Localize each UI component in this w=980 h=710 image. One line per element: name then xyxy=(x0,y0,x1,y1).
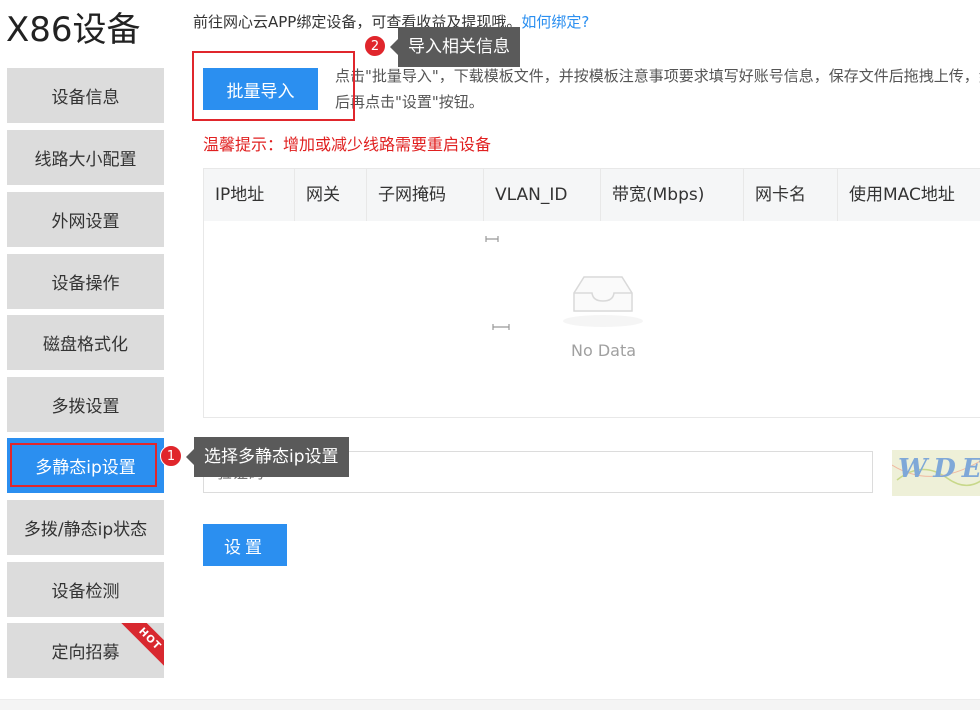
captcha-text: WDE xyxy=(898,454,980,484)
sidebar-item-device-check[interactable]: 设备检测 xyxy=(7,562,164,617)
bind-notice: 前往网心云APP绑定设备，可查看收益及提现哦。如何绑定? xyxy=(193,11,589,32)
resize-handle-icon[interactable] xyxy=(492,323,510,331)
col-subnet-mask: 子网掩码 xyxy=(367,169,484,221)
sidebar-item-label: 设备检测 xyxy=(51,582,120,602)
sidebar-item-label: 外网设置 xyxy=(51,212,120,232)
resize-handle-icon[interactable] xyxy=(485,235,499,243)
page-title: X86设备 xyxy=(6,10,141,50)
sidebar-item-line-config[interactable]: 线路大小配置 xyxy=(7,130,164,185)
import-description: 点击"批量导入"，下载模板文件，并按模板注意事项要求填写好账号信息，保存文件后拖… xyxy=(335,67,980,111)
how-to-bind-link[interactable]: 如何绑定? xyxy=(521,13,589,31)
sidebar-item-device-operation[interactable]: 设备操作 xyxy=(7,254,164,309)
col-ip-address: IP地址 xyxy=(204,169,295,221)
sidebar-item-multi-dial[interactable]: 多拨设置 xyxy=(7,377,164,432)
submit-settings-button[interactable]: 设置 xyxy=(203,524,287,566)
hot-badge: HOT xyxy=(115,623,164,674)
page-footer-divider xyxy=(0,699,980,710)
sidebar-item-label: 线路大小配置 xyxy=(34,150,137,170)
col-mac-address: 使用MAC地址 xyxy=(849,185,955,205)
no-data-text: No Data xyxy=(571,341,637,360)
static-ip-table: IP地址 网关 子网掩码 VLAN_ID 带宽(Mbps) 网卡名 使用MAC地… xyxy=(203,168,980,418)
step-1-tooltip: 选择多静态ip设置 xyxy=(186,437,349,477)
sidebar-item-targeted-recruit[interactable]: 定向招募 HOT xyxy=(7,623,164,678)
col-gateway: 网关 xyxy=(295,169,367,221)
sidebar-item-wan-settings[interactable]: 外网设置 xyxy=(7,192,164,247)
sidebar-item-label: 多静态ip设置 xyxy=(35,458,136,478)
step-2-badge: 2 xyxy=(364,35,386,57)
sidebar-item-label: 磁盘格式化 xyxy=(43,335,128,355)
col-bandwidth: 带宽(Mbps) xyxy=(601,169,744,221)
sidebar-item-label: 设备信息 xyxy=(51,88,120,108)
col-vlan-id: VLAN_ID xyxy=(484,169,601,221)
sidebar-item-disk-format[interactable]: 磁盘格式化 xyxy=(7,315,164,370)
sidebar-item-label: 多拨/静态ip状态 xyxy=(23,520,148,540)
sidebar-item-label: 多拨设置 xyxy=(51,397,120,417)
batch-import-button[interactable]: 批量导入 xyxy=(203,68,318,110)
sidebar-item-multi-static-ip[interactable]: 多静态ip设置 xyxy=(7,438,164,493)
sidebar-item-label: 定向招募 xyxy=(51,643,120,663)
step-2-tooltip: 导入相关信息 xyxy=(390,27,520,67)
empty-inbox-icon xyxy=(563,276,643,327)
captcha-image[interactable]: WDE xyxy=(892,450,980,496)
restart-warning: 温馨提示：增加或减少线路需要重启设备 xyxy=(203,135,492,154)
col-nic-name: 网卡名 xyxy=(744,169,838,221)
sidebar-item-label: 设备操作 xyxy=(51,274,120,294)
step-1-badge: 1 xyxy=(160,445,182,467)
sidebar-item-dial-status[interactable]: 多拨/静态ip状态 xyxy=(7,500,164,555)
sidebar-item-device-info[interactable]: 设备信息 xyxy=(7,68,164,123)
table-header: IP地址 网关 子网掩码 VLAN_ID 带宽(Mbps) 网卡名 使用MAC地… xyxy=(204,169,980,221)
